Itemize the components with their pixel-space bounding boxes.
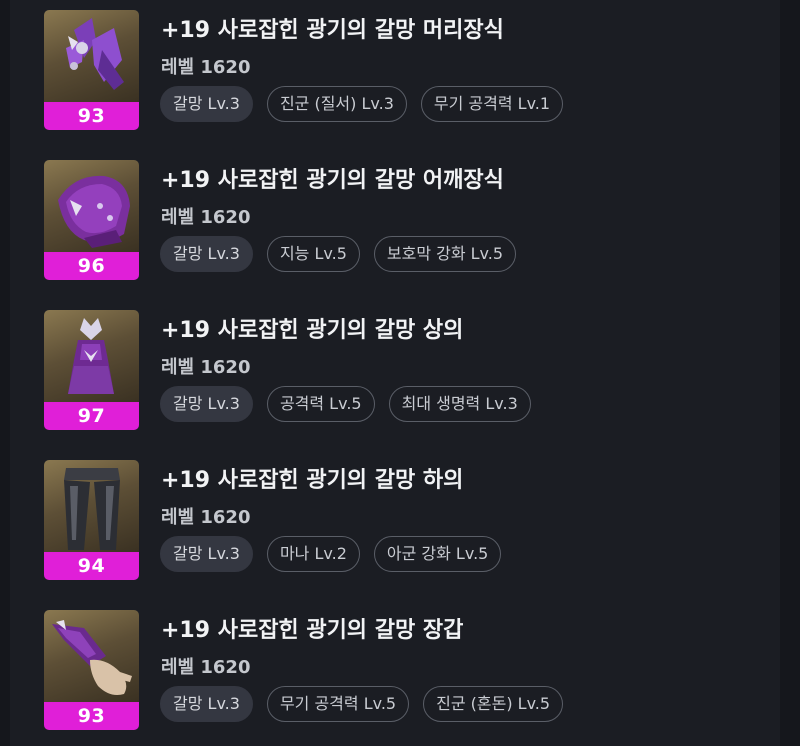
- engraving-tags: 갈망 Lv.3 마나 Lv.2 아군 강화 Lv.5: [160, 536, 502, 572]
- item-level: 레벨 1620: [161, 657, 251, 678]
- engraving-tags: 갈망 Lv.3 공격력 Lv.5 최대 생명력 Lv.3: [160, 386, 531, 422]
- engraving-tag: 최대 생명력 Lv.3: [388, 386, 531, 422]
- dark-pants-icon: [44, 460, 139, 552]
- equipment-item-gloves[interactable]: 93 +19 사로잡힌 광기의 갈망 장갑 레벨 1620 갈망 Lv.3 무기…: [0, 600, 800, 730]
- engraving-tags: 갈망 Lv.3 지능 Lv.5 보호막 강화 Lv.5: [160, 236, 517, 272]
- purple-glove-icon: [44, 610, 139, 702]
- engraving-tag: 무기 공격력 Lv.1: [420, 86, 564, 122]
- item-name[interactable]: +19 사로잡힌 광기의 갈망 상의: [161, 316, 463, 346]
- set-effect-tag: 갈망 Lv.3: [160, 86, 253, 122]
- quality-badge: 96: [44, 252, 139, 280]
- set-effect-tag: 갈망 Lv.3: [160, 686, 253, 722]
- equipment-item-shoulder[interactable]: 96 +19 사로잡힌 광기의 갈망 어깨장식 레벨 1620 갈망 Lv.3 …: [0, 150, 800, 280]
- quality-badge: 94: [44, 552, 139, 580]
- engraving-tag: 지능 Lv.5: [266, 236, 360, 272]
- item-icon-box[interactable]: 93: [44, 10, 139, 130]
- set-effect-tag: 갈망 Lv.3: [160, 386, 253, 422]
- item-name[interactable]: +19 사로잡힌 광기의 갈망 머리장식: [161, 16, 504, 46]
- item-name[interactable]: +19 사로잡힌 광기의 갈망 하의: [161, 466, 463, 496]
- item-icon-box[interactable]: 96: [44, 160, 139, 280]
- item-level: 레벨 1620: [161, 507, 251, 528]
- engraving-tag: 진군 (질서) Lv.3: [266, 86, 407, 122]
- quality-badge: 97: [44, 402, 139, 430]
- item-icon-box[interactable]: 94: [44, 460, 139, 580]
- engraving-tag: 공격력 Lv.5: [266, 386, 375, 422]
- equipment-list: 93 +19 사로잡힌 광기의 갈망 머리장식 레벨 1620 갈망 Lv.3 …: [0, 0, 800, 746]
- engraving-tag: 마나 Lv.2: [266, 536, 360, 572]
- item-name[interactable]: +19 사로잡힌 광기의 갈망 장갑: [161, 616, 463, 646]
- item-level: 레벨 1620: [161, 207, 251, 228]
- engraving-tags: 갈망 Lv.3 무기 공격력 Lv.5 진군 (혼돈) Lv.5: [160, 686, 564, 722]
- set-effect-tag: 갈망 Lv.3: [160, 536, 253, 572]
- item-level: 레벨 1620: [161, 57, 251, 78]
- quality-badge: 93: [44, 702, 139, 730]
- item-icon-box[interactable]: 93: [44, 610, 139, 730]
- engraving-tag: 진군 (혼돈) Lv.5: [423, 686, 564, 722]
- item-icon-box[interactable]: 97: [44, 310, 139, 430]
- equipment-item-top[interactable]: 97 +19 사로잡힌 광기의 갈망 상의 레벨 1620 갈망 Lv.3 공격…: [0, 300, 800, 430]
- engraving-tags: 갈망 Lv.3 진군 (질서) Lv.3 무기 공격력 Lv.1: [160, 86, 564, 122]
- item-name[interactable]: +19 사로잡힌 광기의 갈망 어깨장식: [161, 166, 504, 196]
- equipment-item-pants[interactable]: 94 +19 사로잡힌 광기의 갈망 하의 레벨 1620 갈망 Lv.3 마나…: [0, 450, 800, 580]
- engraving-tag: 아군 강화 Lv.5: [373, 536, 502, 572]
- engraving-tag: 보호막 강화 Lv.5: [373, 236, 517, 272]
- set-effect-tag: 갈망 Lv.3: [160, 236, 253, 272]
- purple-headpiece-icon: [44, 10, 139, 102]
- engraving-tag: 무기 공격력 Lv.5: [266, 686, 410, 722]
- item-level: 레벨 1620: [161, 357, 251, 378]
- purple-top-icon: [44, 310, 139, 402]
- equipment-item-headpiece[interactable]: 93 +19 사로잡힌 광기의 갈망 머리장식 레벨 1620 갈망 Lv.3 …: [0, 0, 800, 130]
- quality-badge: 93: [44, 102, 139, 130]
- purple-shoulder-icon: [44, 160, 139, 252]
